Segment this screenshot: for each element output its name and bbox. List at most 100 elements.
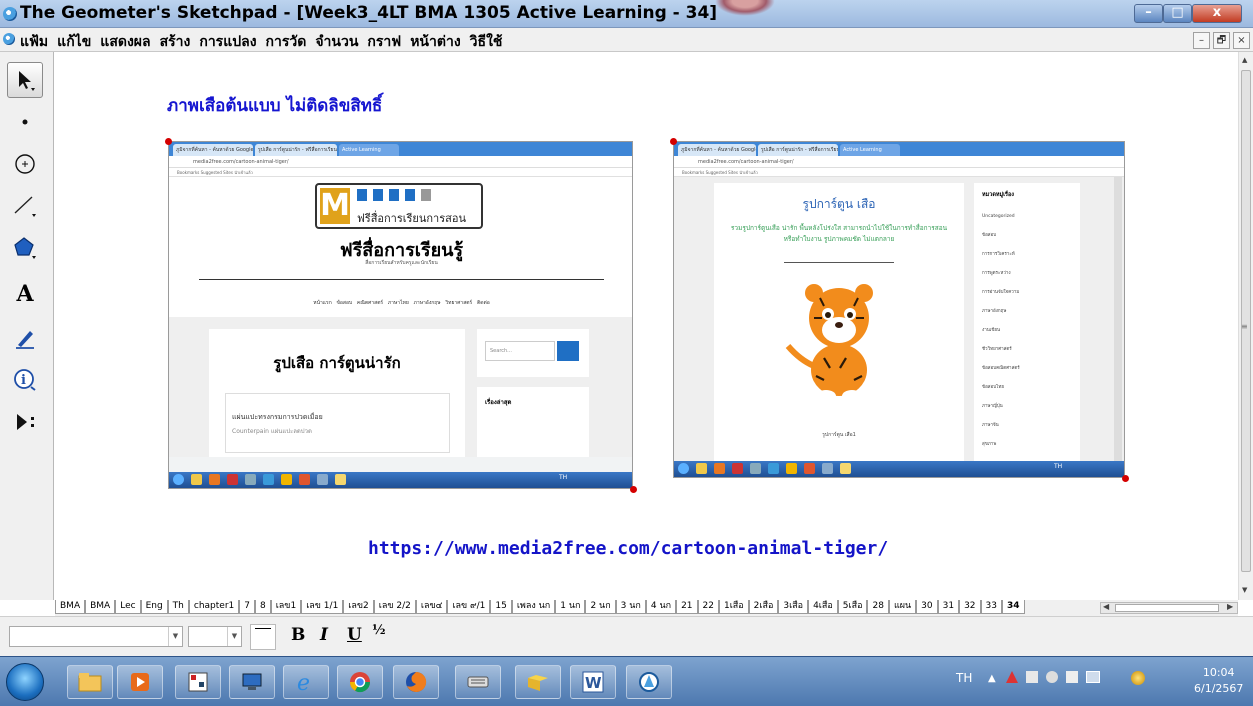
page-tab[interactable]: 2 นก — [585, 600, 616, 614]
taskbar-remote-desktop[interactable] — [229, 665, 275, 699]
custom-tool[interactable] — [7, 404, 43, 440]
menu-construct[interactable]: สร้าง — [160, 31, 191, 53]
system-clock[interactable]: 10:04 6/1/2567 — [1194, 665, 1243, 697]
page-tab[interactable]: 33 — [980, 600, 1002, 614]
sketchpad-app-icon[interactable] — [3, 7, 17, 21]
vertical-scroll-thumb[interactable] — [1241, 70, 1251, 572]
page-tab[interactable]: 1 นก — [555, 600, 586, 614]
text-tool[interactable]: A — [7, 276, 43, 312]
straightedge-tool[interactable] — [7, 188, 43, 224]
page-tab[interactable]: chapter1 — [188, 600, 240, 614]
math-format-button[interactable]: ½ — [372, 623, 386, 638]
taskbar-chrome[interactable] — [337, 665, 383, 699]
underline-button[interactable]: U — [347, 625, 362, 645]
taskbar-firefox[interactable] — [393, 665, 439, 699]
mdi-minimize-button[interactable]: – — [1193, 32, 1210, 49]
page-tab[interactable]: 5เสือ — [837, 600, 868, 614]
scroll-up-icon[interactable]: ▲ — [1242, 56, 1247, 64]
page-tab[interactable]: 32 — [959, 600, 981, 614]
left-pasted-screenshot[interactable]: ภูมิจากที่ค้นหา - ค้นหาด้วย Google รูปเส… — [168, 141, 633, 489]
font-size-select[interactable]: ▼ — [188, 626, 242, 647]
page-tab[interactable]: 7 — [239, 600, 255, 614]
information-tool[interactable]: i — [7, 362, 43, 398]
page-tab[interactable]: 30 — [916, 600, 938, 614]
show-hidden-icons[interactable]: ▲ — [988, 673, 996, 684]
font-family-select[interactable]: ▼ — [9, 626, 183, 647]
page-tab[interactable]: 22 — [697, 600, 719, 614]
italic-button[interactable]: I — [320, 625, 328, 645]
page-tab[interactable]: 21 — [676, 600, 698, 614]
taskbar-folder[interactable] — [515, 665, 561, 699]
polygon-tool[interactable] — [7, 230, 43, 266]
page-tab[interactable]: 1เสือ — [718, 600, 749, 614]
network-icon[interactable] — [1026, 671, 1038, 683]
mdi-close-button[interactable]: × — [1233, 32, 1250, 49]
page-tab[interactable]: เลข1 — [270, 600, 302, 614]
menu-graph[interactable]: กราฟ — [367, 31, 401, 53]
page-tab[interactable]: เพลง นก — [511, 600, 556, 614]
page-tab[interactable]: เลข๔ — [415, 600, 448, 614]
sketch-canvas[interactable]: ภาพเสือต้นแบบ ไม่ติดลิขสิทธิ์ ภูมิจากที่… — [55, 52, 1238, 600]
page-tab[interactable]: 2เสือ — [748, 600, 779, 614]
document-icon[interactable] — [3, 33, 15, 45]
menu-window[interactable]: หน้าต่าง — [410, 31, 460, 53]
page-tab[interactable]: 3 นก — [615, 600, 646, 614]
page-tab[interactable]: Lec — [115, 600, 141, 614]
page-tab[interactable]: BMA — [85, 600, 116, 614]
image-handle-point[interactable] — [630, 486, 637, 493]
page-tab[interactable]: 15 — [490, 600, 512, 614]
title-bar[interactable]: The Geometer's Sketchpad - [Week3_4LT BM… — [0, 0, 1253, 28]
page-tab[interactable]: 31 — [937, 600, 960, 614]
power-icon[interactable] — [1046, 671, 1058, 683]
image-handle-point[interactable] — [165, 138, 172, 145]
right-pasted-screenshot[interactable]: ภูมิจากที่ค้นหา - ค้นหาด้วย Google รูปเส… — [673, 141, 1125, 478]
page-tab[interactable]: เลข ๙/1 — [447, 600, 491, 614]
page-tab[interactable]: 3เสือ — [778, 600, 809, 614]
page-tab[interactable]: เลข 1/1 — [301, 600, 344, 614]
taskbar-internet-explorer[interactable]: e — [283, 665, 329, 699]
scroll-down-icon[interactable]: ▼ — [1242, 586, 1247, 594]
page-tab[interactable]: Th — [167, 600, 189, 614]
menu-edit[interactable]: แก้ไข — [57, 31, 91, 53]
start-button[interactable] — [6, 663, 44, 701]
horizontal-scrollbar[interactable]: ◀ ▶ — [1100, 602, 1238, 614]
minimize-button[interactable]: – — [1134, 4, 1163, 23]
taskbar-media-player[interactable] — [117, 665, 163, 699]
taskbar-file-explorer[interactable] — [67, 665, 113, 699]
image-handle-point[interactable] — [1122, 475, 1129, 482]
taskbar-sketchpad[interactable] — [626, 665, 672, 699]
marker-tool[interactable] — [7, 320, 43, 356]
compass-tool[interactable] — [7, 146, 43, 182]
arrow-select-tool[interactable] — [7, 62, 43, 98]
taskbar-sketch-grid[interactable] — [175, 665, 221, 699]
point-tool[interactable] — [7, 104, 43, 140]
notification-app-icon[interactable] — [1131, 671, 1145, 685]
canvas-heading[interactable]: ภาพเสือต้นแบบ ไม่ติดลิขสิทธิ์ — [167, 92, 382, 119]
page-tab[interactable]: 4เสือ — [808, 600, 838, 614]
page-tab[interactable]: เลข 2/2 — [373, 600, 416, 614]
maximize-button[interactable]: □ — [1163, 4, 1192, 23]
taskbar-word[interactable]: W — [570, 665, 616, 699]
page-tab[interactable]: Eng — [140, 600, 168, 614]
volume-icon[interactable] — [1066, 671, 1078, 683]
taskbar-keyboard-app[interactable] — [455, 665, 501, 699]
text-color-button[interactable] — [250, 624, 276, 650]
vertical-scrollbar[interactable]: ▲ ≡ ▼ — [1238, 52, 1253, 600]
display-icon[interactable] — [1086, 671, 1100, 683]
bold-button[interactable]: B — [291, 625, 305, 645]
image-handle-point[interactable] — [670, 138, 677, 145]
menu-display[interactable]: แสดงผล — [100, 31, 150, 53]
page-tab[interactable]: เลข2 — [343, 600, 374, 614]
page-tab[interactable]: 34 — [1001, 600, 1025, 614]
page-tab[interactable]: 4 นก — [645, 600, 677, 614]
horizontal-scroll-thumb[interactable] — [1115, 604, 1219, 612]
menu-transform[interactable]: การแปลง — [199, 31, 256, 53]
page-tab[interactable]: 28 — [867, 600, 889, 614]
mdi-restore-button[interactable]: 🗗 — [1213, 32, 1230, 49]
page-tab[interactable]: 8 — [254, 600, 271, 614]
source-url-text[interactable]: https://www.media2free.com/cartoon-anima… — [368, 538, 888, 559]
menu-number[interactable]: จำนวน — [315, 31, 358, 53]
menu-help[interactable]: วิธีใช้ — [470, 31, 503, 53]
scroll-right-icon[interactable]: ▶ — [1227, 602, 1233, 611]
menu-file[interactable]: แฟ้ม — [20, 31, 48, 53]
